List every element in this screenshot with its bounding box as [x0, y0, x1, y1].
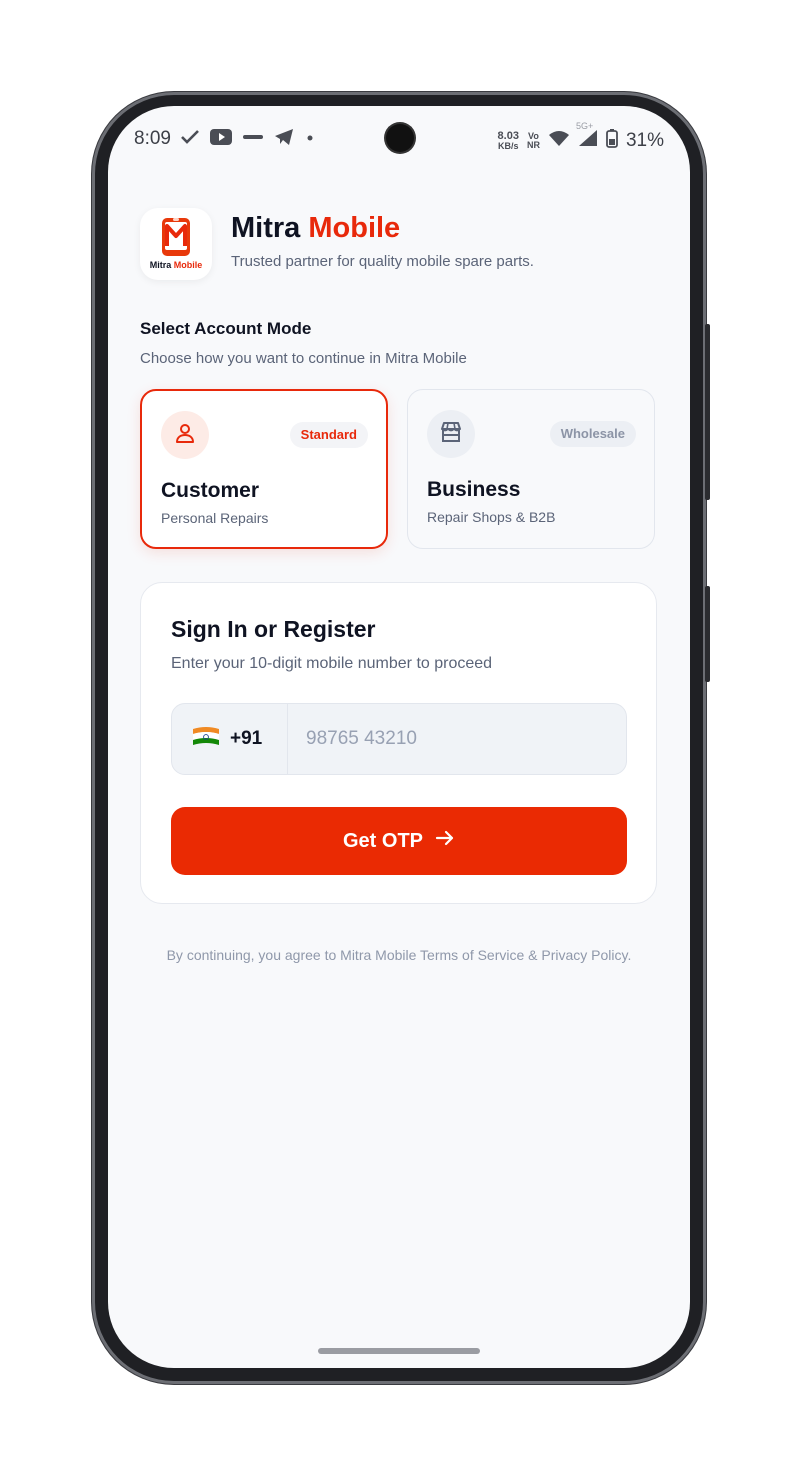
business-subtitle: Repair Shops & B2B [427, 509, 556, 525]
home-indicator[interactable] [318, 1348, 480, 1354]
network-generation: 5G+ [575, 121, 594, 131]
app-logo: Mitra Mobile [140, 208, 212, 280]
account-mode-subtitle: Choose how you want to continue in Mitra… [140, 350, 467, 367]
country-code: +91 [230, 728, 263, 749]
business-icon-circle [427, 410, 475, 458]
signin-title: Sign In or Register [171, 616, 376, 642]
volte-bottom: NR [526, 139, 540, 150]
side-button [705, 586, 710, 682]
wholesale-badge: Wholesale [549, 421, 636, 447]
front-camera [386, 124, 414, 152]
business-title: Business [427, 478, 521, 501]
battery-percentage: 31% [625, 129, 664, 151]
system-icons: 8.03 KB/s Vo NR 5G+ 31% [497, 121, 664, 153]
network-speed: 8.03 KB/s [497, 129, 519, 151]
side-button [705, 324, 710, 500]
brand-name-accent: Mobile [308, 212, 401, 244]
status-time: 8:09 [134, 128, 171, 149]
brand-name: Mitra Mobile [231, 212, 400, 245]
signin-card: Sign In or Register Enter your 10-digit … [140, 582, 657, 904]
country-code-selector[interactable]: +91 [172, 704, 288, 774]
account-mode-title: Select Account Mode [140, 319, 312, 338]
mitra-mobile-logo-icon: Mitra Mobile [150, 218, 203, 270]
volte-indicator: Vo NR [526, 131, 540, 150]
get-otp-button[interactable]: Get OTP [171, 807, 627, 875]
terms-text: By continuing, you agree to Mitra Mobile… [166, 947, 632, 963]
signal-icon: 5G+ [576, 121, 598, 152]
dot-icon [304, 131, 316, 149]
youtube-icon [210, 129, 232, 150]
brand-name-primary: Mitra [231, 212, 301, 244]
zomato-icon [242, 129, 264, 150]
network-speed-value: 8.03 [497, 129, 519, 142]
check-icon [180, 129, 200, 150]
signin-subtitle: Enter your 10-digit mobile number to pro… [171, 655, 493, 672]
wifi-icon [548, 130, 570, 151]
app-screen: 8:09 8.03 KB/s Vo NR 5G+ 31% Mitra Mobil… [108, 106, 690, 1368]
status-bar: 8:09 8.03 KB/s Vo NR 5G+ 31% [108, 106, 690, 170]
brand-tagline: Trusted partner for quality mobile spare… [231, 253, 534, 270]
india-flag-icon [192, 726, 220, 753]
business-mode-card[interactable]: Wholesale Business Repair Shops & B2B [407, 389, 655, 549]
telegram-icon [274, 128, 294, 151]
network-speed-unit: KB/s [498, 140, 519, 151]
customer-icon-circle [161, 411, 209, 459]
standard-badge: Standard [289, 422, 368, 448]
svg-text:Mitra Mobile: Mitra Mobile [150, 260, 203, 270]
battery-icon [606, 128, 618, 153]
customer-mode-card[interactable]: Standard Customer Personal Repairs [140, 389, 388, 549]
arrow-right-icon [435, 829, 455, 853]
customer-subtitle: Personal Repairs [161, 510, 269, 526]
get-otp-label: Get OTP [342, 829, 423, 852]
phone-number-input[interactable] [288, 704, 626, 774]
store-icon [439, 420, 463, 449]
notification-icons [180, 128, 316, 151]
phone-number-field: +91 [171, 703, 627, 775]
user-icon [173, 421, 197, 450]
customer-title: Customer [161, 479, 260, 502]
